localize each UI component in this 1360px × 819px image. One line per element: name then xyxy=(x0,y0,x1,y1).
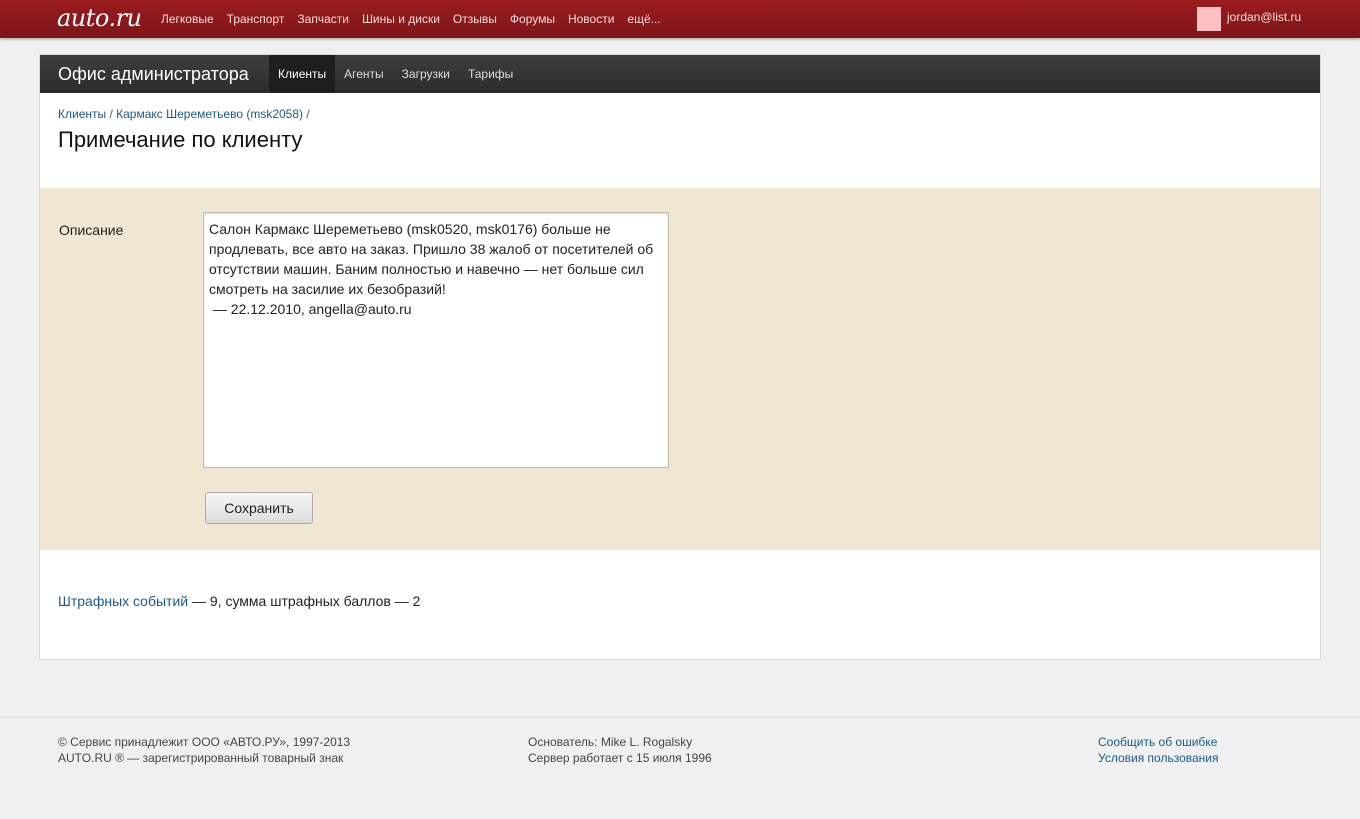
report-error-link[interactable]: Сообщить об ошибке xyxy=(1098,734,1219,750)
tab-agents[interactable]: Агенты xyxy=(335,55,393,93)
top-nav: Легковые Транспорт Запчасти Шины и диски… xyxy=(161,12,674,26)
breadcrumb: Клиенты / Кармакс Шереметьево (msk2058) … xyxy=(58,107,310,121)
top-bar: auto.ru Легковые Транспорт Запчасти Шины… xyxy=(0,0,1360,38)
tab-clients[interactable]: Клиенты xyxy=(269,55,336,93)
top-nav-item-reviews[interactable]: Отзывы xyxy=(453,12,497,26)
tab-tariffs[interactable]: Тарифы xyxy=(459,55,522,93)
top-nav-item-news[interactable]: Новости xyxy=(568,12,614,26)
description-textarea[interactable]: Салон Кармакс Шереметьево (msk0520, msk0… xyxy=(203,212,669,468)
footer-links: Сообщить об ошибке Условия пользования xyxy=(1098,734,1219,766)
footer-copyright: © Сервис принадлежит ООО «АВТО.РУ», 1997… xyxy=(58,734,350,766)
top-nav-item-parts[interactable]: Запчасти xyxy=(297,12,349,26)
office-header: Офис администратора Клиенты Агенты Загру… xyxy=(40,55,1320,93)
user-menu[interactable]: jordan@list.ru xyxy=(1197,7,1301,31)
user-email[interactable]: jordan@list.ru xyxy=(1227,10,1301,24)
penalty-summary-text: — 9, сумма штрафных баллов — 2 xyxy=(188,593,421,609)
footer-info: Основатель: Mike L. Rogalsky Сервер рабо… xyxy=(528,734,712,766)
footer-divider xyxy=(0,717,1360,718)
footer-copyright-line: © Сервис принадлежит ООО «АВТО.РУ», 1997… xyxy=(58,735,351,749)
avatar[interactable] xyxy=(1197,7,1221,31)
description-label: Описание xyxy=(59,222,124,238)
tab-uploads[interactable]: Загрузки xyxy=(393,55,459,93)
breadcrumb-clients[interactable]: Клиенты xyxy=(58,107,106,121)
top-nav-item-forums[interactable]: Форумы xyxy=(510,12,555,26)
footer-server-date: Сервер работает с 15 июля 1996 xyxy=(528,751,712,765)
save-button[interactable]: Сохранить xyxy=(205,492,313,524)
footer-trademark-line: AUTO.RU ® — зарегистрированный товарный … xyxy=(58,751,344,765)
site-logo[interactable]: auto.ru xyxy=(57,4,142,32)
breadcrumb-separator: / xyxy=(306,107,310,121)
terms-link[interactable]: Условия пользования xyxy=(1098,750,1219,766)
top-nav-item-cars[interactable]: Легковые xyxy=(161,12,214,26)
office-tabs: Клиенты Агенты Загрузки Тарифы xyxy=(269,55,522,93)
page-title: Примечание по клиенту xyxy=(58,127,303,152)
top-nav-item-more[interactable]: ещё... xyxy=(627,12,660,26)
top-nav-item-transport[interactable]: Транспорт xyxy=(227,12,285,26)
penalty-events-link[interactable]: Штрафных событий xyxy=(58,593,188,609)
top-nav-item-tires[interactable]: Шины и диски xyxy=(362,12,440,26)
office-title: Офис администратора xyxy=(58,64,249,84)
penalty-summary: Штрафных событий — 9, сумма штрафных бал… xyxy=(58,593,420,609)
main-panel: Офис администратора Клиенты Агенты Загру… xyxy=(39,54,1321,660)
breadcrumb-client[interactable]: Кармакс Шереметьево (msk2058) xyxy=(116,107,303,121)
footer-founder: Основатель: Mike L. Rogalsky xyxy=(528,735,693,749)
note-form: Описание Салон Кармакс Шереметьево (msk0… xyxy=(40,188,1320,550)
